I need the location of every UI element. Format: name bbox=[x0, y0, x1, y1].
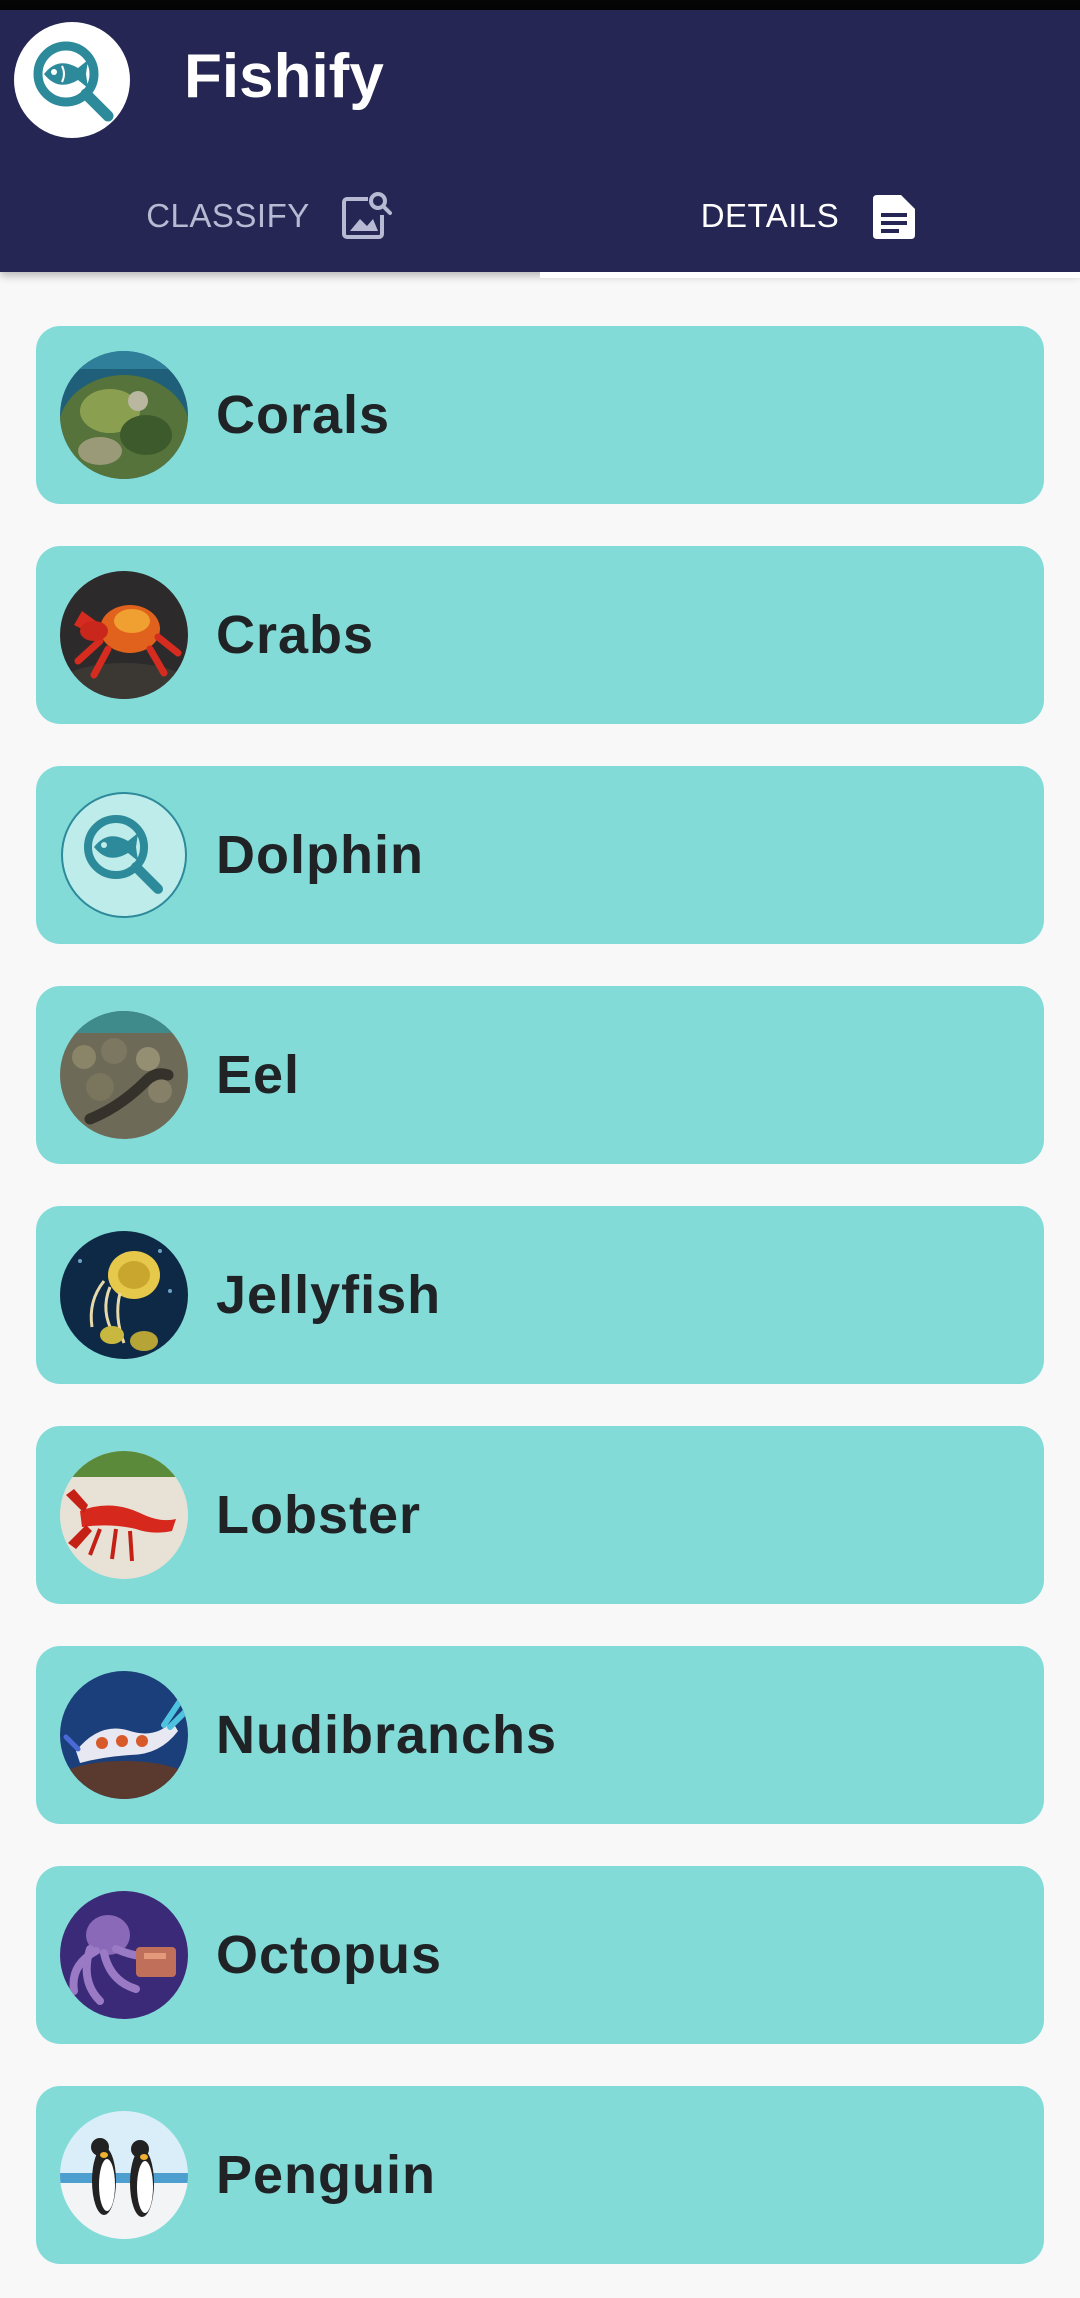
eel-thumbnail bbox=[60, 1011, 188, 1139]
list-item-crabs[interactable]: Crabs bbox=[36, 546, 1044, 724]
list-item-octopus[interactable]: Octopus bbox=[36, 1866, 1044, 2044]
tab-details-label: DETAILS bbox=[700, 197, 840, 234]
list-item-label: Corals bbox=[216, 385, 391, 445]
fish-magnifier-icon bbox=[33, 41, 114, 122]
image-search-icon bbox=[341, 191, 392, 239]
app-logo bbox=[14, 22, 130, 138]
list-item-label: Crabs bbox=[216, 605, 375, 665]
app-bar: Fishify CLASSIFY DETAILS bbox=[0, 10, 1080, 278]
list-item-label: Octopus bbox=[216, 1925, 443, 1985]
lobster-thumbnail bbox=[60, 1451, 188, 1579]
tab-indicator bbox=[540, 272, 1080, 278]
list-item-label: Nudibranchs bbox=[216, 1705, 558, 1765]
list-item-dolphin[interactable]: Dolphin bbox=[36, 766, 1044, 944]
app-title: Fishify bbox=[184, 42, 384, 111]
tab-bar: CLASSIFY DETAILS bbox=[0, 160, 1080, 278]
tab-classify[interactable]: CLASSIFY bbox=[0, 160, 540, 272]
list-item-eel[interactable]: Eel bbox=[36, 986, 1044, 1164]
list-item-label: Penguin bbox=[216, 2145, 436, 2205]
octopus-thumbnail bbox=[60, 1891, 188, 2019]
list-item-lobster[interactable]: Lobster bbox=[36, 1426, 1044, 1604]
tab-details[interactable]: DETAILS bbox=[540, 160, 1080, 278]
tab-classify-label: CLASSIFY bbox=[146, 197, 310, 234]
list-item-label: Jellyfish bbox=[216, 1265, 442, 1325]
jellyfish-thumbnail bbox=[60, 1231, 188, 1359]
nudibranch-thumbnail bbox=[60, 1671, 188, 1799]
fish-magnifier-icon bbox=[61, 792, 187, 918]
list-item-penguin[interactable]: Penguin bbox=[36, 2086, 1044, 2264]
list-item-label: Lobster bbox=[216, 1485, 422, 1545]
list-item-label: Dolphin bbox=[216, 825, 424, 885]
list-item-jellyfish[interactable]: Jellyfish bbox=[36, 1206, 1044, 1384]
crab-thumbnail bbox=[60, 571, 188, 699]
penguin-thumbnail bbox=[60, 2111, 188, 2239]
list-item-label: Eel bbox=[216, 1045, 301, 1105]
document-icon bbox=[873, 195, 916, 239]
status-bar bbox=[0, 0, 1080, 10]
list-item-corals[interactable]: Corals bbox=[36, 326, 1044, 504]
corals-thumbnail bbox=[60, 351, 188, 479]
list-item-nudibranchs[interactable]: Nudibranchs bbox=[36, 1646, 1044, 1824]
